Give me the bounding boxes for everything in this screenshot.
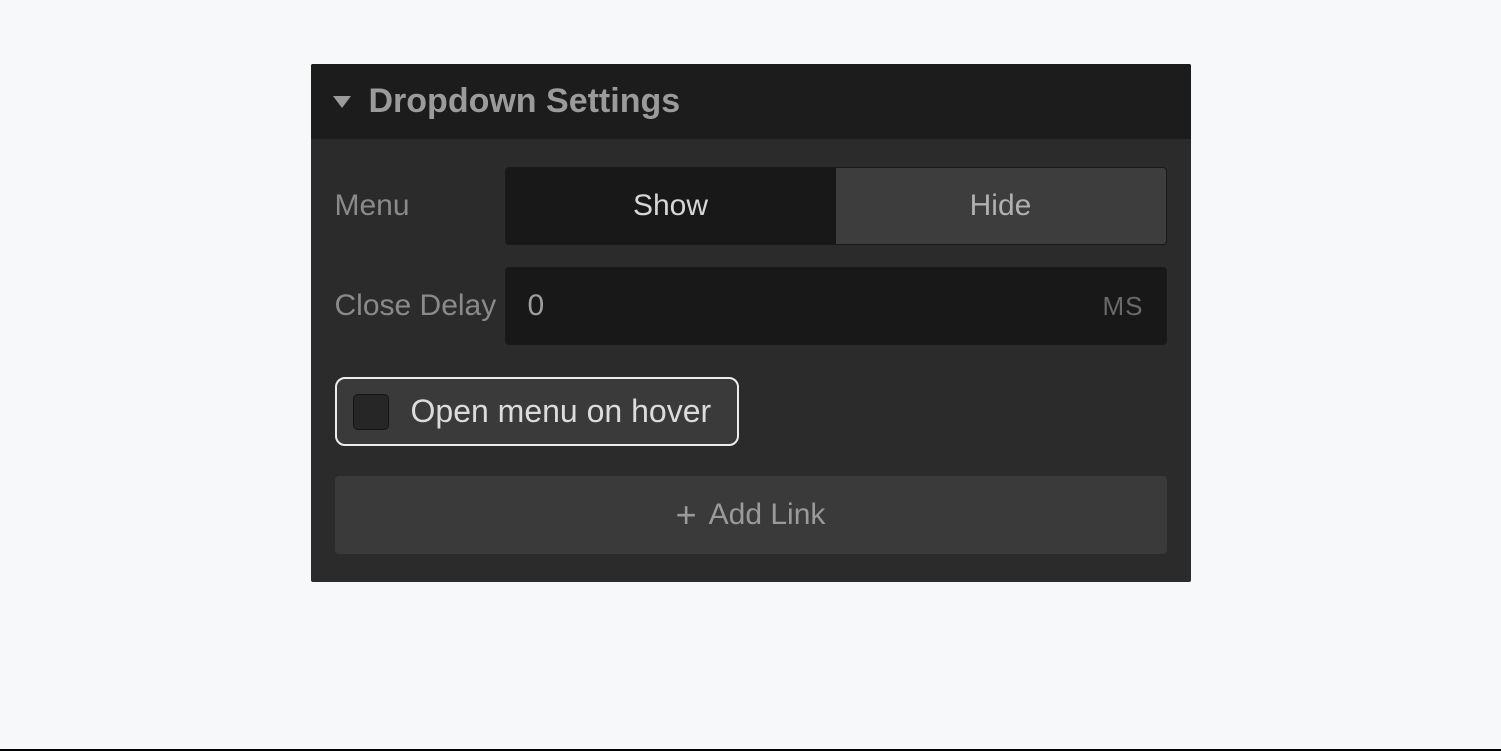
panel-body: Menu Show Hide Close Delay MS Open menu … <box>311 139 1191 582</box>
close-delay-input[interactable] <box>528 289 1103 323</box>
open-on-hover-checkbox-row[interactable]: Open menu on hover <box>335 377 740 446</box>
close-delay-label: Close Delay <box>335 287 505 325</box>
close-delay-unit: MS <box>1103 291 1144 322</box>
menu-hide-button[interactable]: Hide <box>836 168 1166 244</box>
add-link-label: Add Link <box>709 498 826 532</box>
menu-row: Menu Show Hide <box>335 167 1167 245</box>
close-delay-row: Close Delay MS <box>335 267 1167 345</box>
close-delay-input-wrap[interactable]: MS <box>505 267 1167 345</box>
collapse-triangle-icon <box>333 96 351 108</box>
open-on-hover-checkbox[interactable] <box>353 394 389 430</box>
menu-show-button[interactable]: Show <box>506 168 836 244</box>
add-link-button[interactable]: + Add Link <box>335 476 1167 554</box>
dropdown-settings-panel: Dropdown Settings Menu Show Hide Close D… <box>311 64 1191 582</box>
panel-title: Dropdown Settings <box>369 82 681 121</box>
open-on-hover-label: Open menu on hover <box>411 393 712 430</box>
plus-icon: + <box>676 497 697 533</box>
menu-label: Menu <box>335 187 505 225</box>
panel-header[interactable]: Dropdown Settings <box>311 64 1191 139</box>
menu-toggle-group: Show Hide <box>505 167 1167 245</box>
